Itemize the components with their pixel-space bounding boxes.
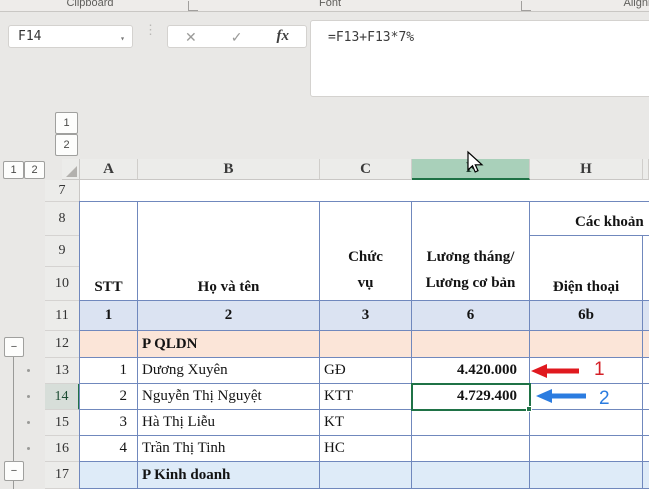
cell-f15[interactable]	[412, 410, 530, 436]
cell-c17[interactable]	[320, 462, 412, 489]
cell-b13[interactable]: Dương Xuyên	[138, 358, 320, 384]
column-outline-level-1-button[interactable]: 1	[55, 112, 78, 134]
cell-c13[interactable]: GĐ	[320, 358, 412, 384]
cell-partial[interactable]	[643, 462, 649, 489]
cell-c14[interactable]: KTT	[320, 384, 412, 410]
index-cell-b[interactable]: 2	[138, 301, 320, 331]
cell-partial[interactable]	[643, 301, 649, 331]
row-header-12[interactable]: 12	[45, 331, 80, 358]
row-outline-level-2-button[interactable]: 2	[24, 161, 45, 179]
row-header-10[interactable]: 10	[45, 267, 80, 301]
cell-a15[interactable]: 3	[80, 410, 138, 436]
header-cell-stt[interactable]: STT	[80, 202, 138, 301]
blue-arrow-icon	[536, 389, 586, 403]
column-outline-level-2-button[interactable]: 2	[55, 134, 78, 156]
header-cell-deductions[interactable]: Các khoản	[530, 202, 649, 236]
select-all-button[interactable]	[62, 159, 80, 180]
select-all-triangle-icon	[66, 166, 77, 177]
outline-row-dot	[27, 421, 30, 424]
cell-h16[interactable]	[530, 436, 643, 462]
enter-icon[interactable]: ✓	[231, 30, 243, 44]
outline-row-dot	[27, 395, 30, 398]
cell-h12[interactable]	[530, 331, 643, 358]
cell-partial[interactable]	[643, 358, 649, 384]
outline-row-dot	[27, 369, 30, 372]
index-cell-f[interactable]: 6	[412, 301, 530, 331]
cell-a12[interactable]	[80, 331, 138, 358]
active-cell-selection-border	[411, 383, 531, 411]
row-header-7[interactable]: 7	[45, 180, 80, 202]
row-header-13[interactable]: 13	[45, 358, 80, 384]
cell-c16[interactable]: HC	[320, 436, 412, 462]
row-header-14-active[interactable]: 14	[45, 384, 80, 410]
ribbon-group-font: Font	[318, 0, 341, 9]
cell-partial[interactable]	[643, 236, 649, 301]
column-header-partial[interactable]	[643, 159, 649, 180]
header-cell-salary[interactable]: Lương tháng/ Lương cơ bản	[412, 202, 530, 301]
index-cell-c[interactable]: 3	[320, 301, 412, 331]
cell-b15[interactable]: Hà Thị Liễu	[138, 410, 320, 436]
cell-a17[interactable]	[80, 462, 138, 489]
chevron-down-icon[interactable]: ▾	[120, 35, 125, 43]
cell-c12[interactable]	[320, 331, 412, 358]
collapse-group-kinhdoanh-button[interactable]: −	[4, 461, 24, 481]
index-cell-a[interactable]: 1	[80, 301, 138, 331]
cell-partial[interactable]	[643, 331, 649, 358]
outline-connector-line	[13, 481, 14, 489]
cell-b14[interactable]: Nguyễn Thị Nguyệt	[138, 384, 320, 410]
row-header-16[interactable]: 16	[45, 436, 80, 462]
dialog-launcher-icon[interactable]	[521, 1, 531, 11]
column-header-a[interactable]: A	[80, 159, 138, 180]
cell-a13[interactable]: 1	[80, 358, 138, 384]
collapse-group-qldn-button[interactable]: −	[4, 337, 24, 357]
cell-f16[interactable]	[412, 436, 530, 462]
row-header-9[interactable]: 9	[45, 236, 80, 267]
cell-h15[interactable]	[530, 410, 643, 436]
cell-b16[interactable]: Trần Thị Tinh	[138, 436, 320, 462]
name-box-value: F14	[18, 29, 42, 44]
ribbon-strip: Clipboard Font Alignment	[0, 0, 649, 12]
cell-partial[interactable]	[643, 384, 649, 410]
formula-bar-drag-handle[interactable]: ⋮	[144, 23, 157, 48]
cell-a16[interactable]: 4	[80, 436, 138, 462]
red-arrow-icon	[531, 364, 579, 378]
fill-handle[interactable]	[526, 406, 532, 412]
row-header-17[interactable]: 17	[45, 462, 80, 489]
cell-a14[interactable]: 2	[80, 384, 138, 410]
insert-function-icon[interactable]: fx	[276, 28, 289, 45]
formula-toolbar: ✕ ✓ fx	[167, 25, 307, 48]
cancel-icon[interactable]: ✕	[185, 30, 197, 44]
outline-connector-line	[13, 357, 14, 461]
cell-f17[interactable]	[412, 462, 530, 489]
index-cell-h[interactable]: 6b	[530, 301, 643, 331]
formula-bar-input[interactable]: =F13+F13*7%	[310, 20, 649, 97]
cell-c15[interactable]: KT	[320, 410, 412, 436]
header-cell-phone[interactable]: Điện thoại	[530, 236, 643, 301]
cell-f13[interactable]: 4.420.000	[412, 358, 530, 384]
mouse-cursor-icon	[467, 150, 484, 173]
cell-b12-group[interactable]: P QLDN	[138, 331, 320, 358]
cell-partial[interactable]	[643, 410, 649, 436]
column-header-h[interactable]: H	[530, 159, 643, 180]
name-box[interactable]: F14 ▾	[8, 25, 133, 48]
row-header-8[interactable]: 8	[45, 202, 80, 236]
excel-window: Clipboard Font Alignment F14 ▾ ⋮ ✕ ✓ fx …	[0, 0, 649, 489]
cell-f12[interactable]	[412, 331, 530, 358]
column-header-c[interactable]: C	[320, 159, 412, 180]
row-header-15[interactable]: 15	[45, 410, 80, 436]
outline-row-dot	[27, 447, 30, 450]
cell-h17[interactable]	[530, 462, 643, 489]
row-outline-level-1-button[interactable]: 1	[3, 161, 24, 179]
row-header-11[interactable]: 11	[45, 301, 80, 331]
ribbon-group-alignment: Alignment	[623, 0, 649, 9]
annotation-label-1: 1	[594, 359, 605, 380]
column-header-b[interactable]: B	[138, 159, 320, 180]
cell-b17-group[interactable]: P Kinh doanh	[138, 462, 320, 489]
header-cell-role[interactable]: Chức vụ	[320, 202, 412, 301]
ribbon-group-clipboard: Clipboard	[66, 0, 114, 9]
header-cell-name[interactable]: Họ và tên	[138, 202, 320, 301]
cell-partial[interactable]	[643, 436, 649, 462]
annotation-label-2: 2	[599, 388, 610, 409]
dialog-launcher-icon[interactable]	[188, 1, 198, 11]
